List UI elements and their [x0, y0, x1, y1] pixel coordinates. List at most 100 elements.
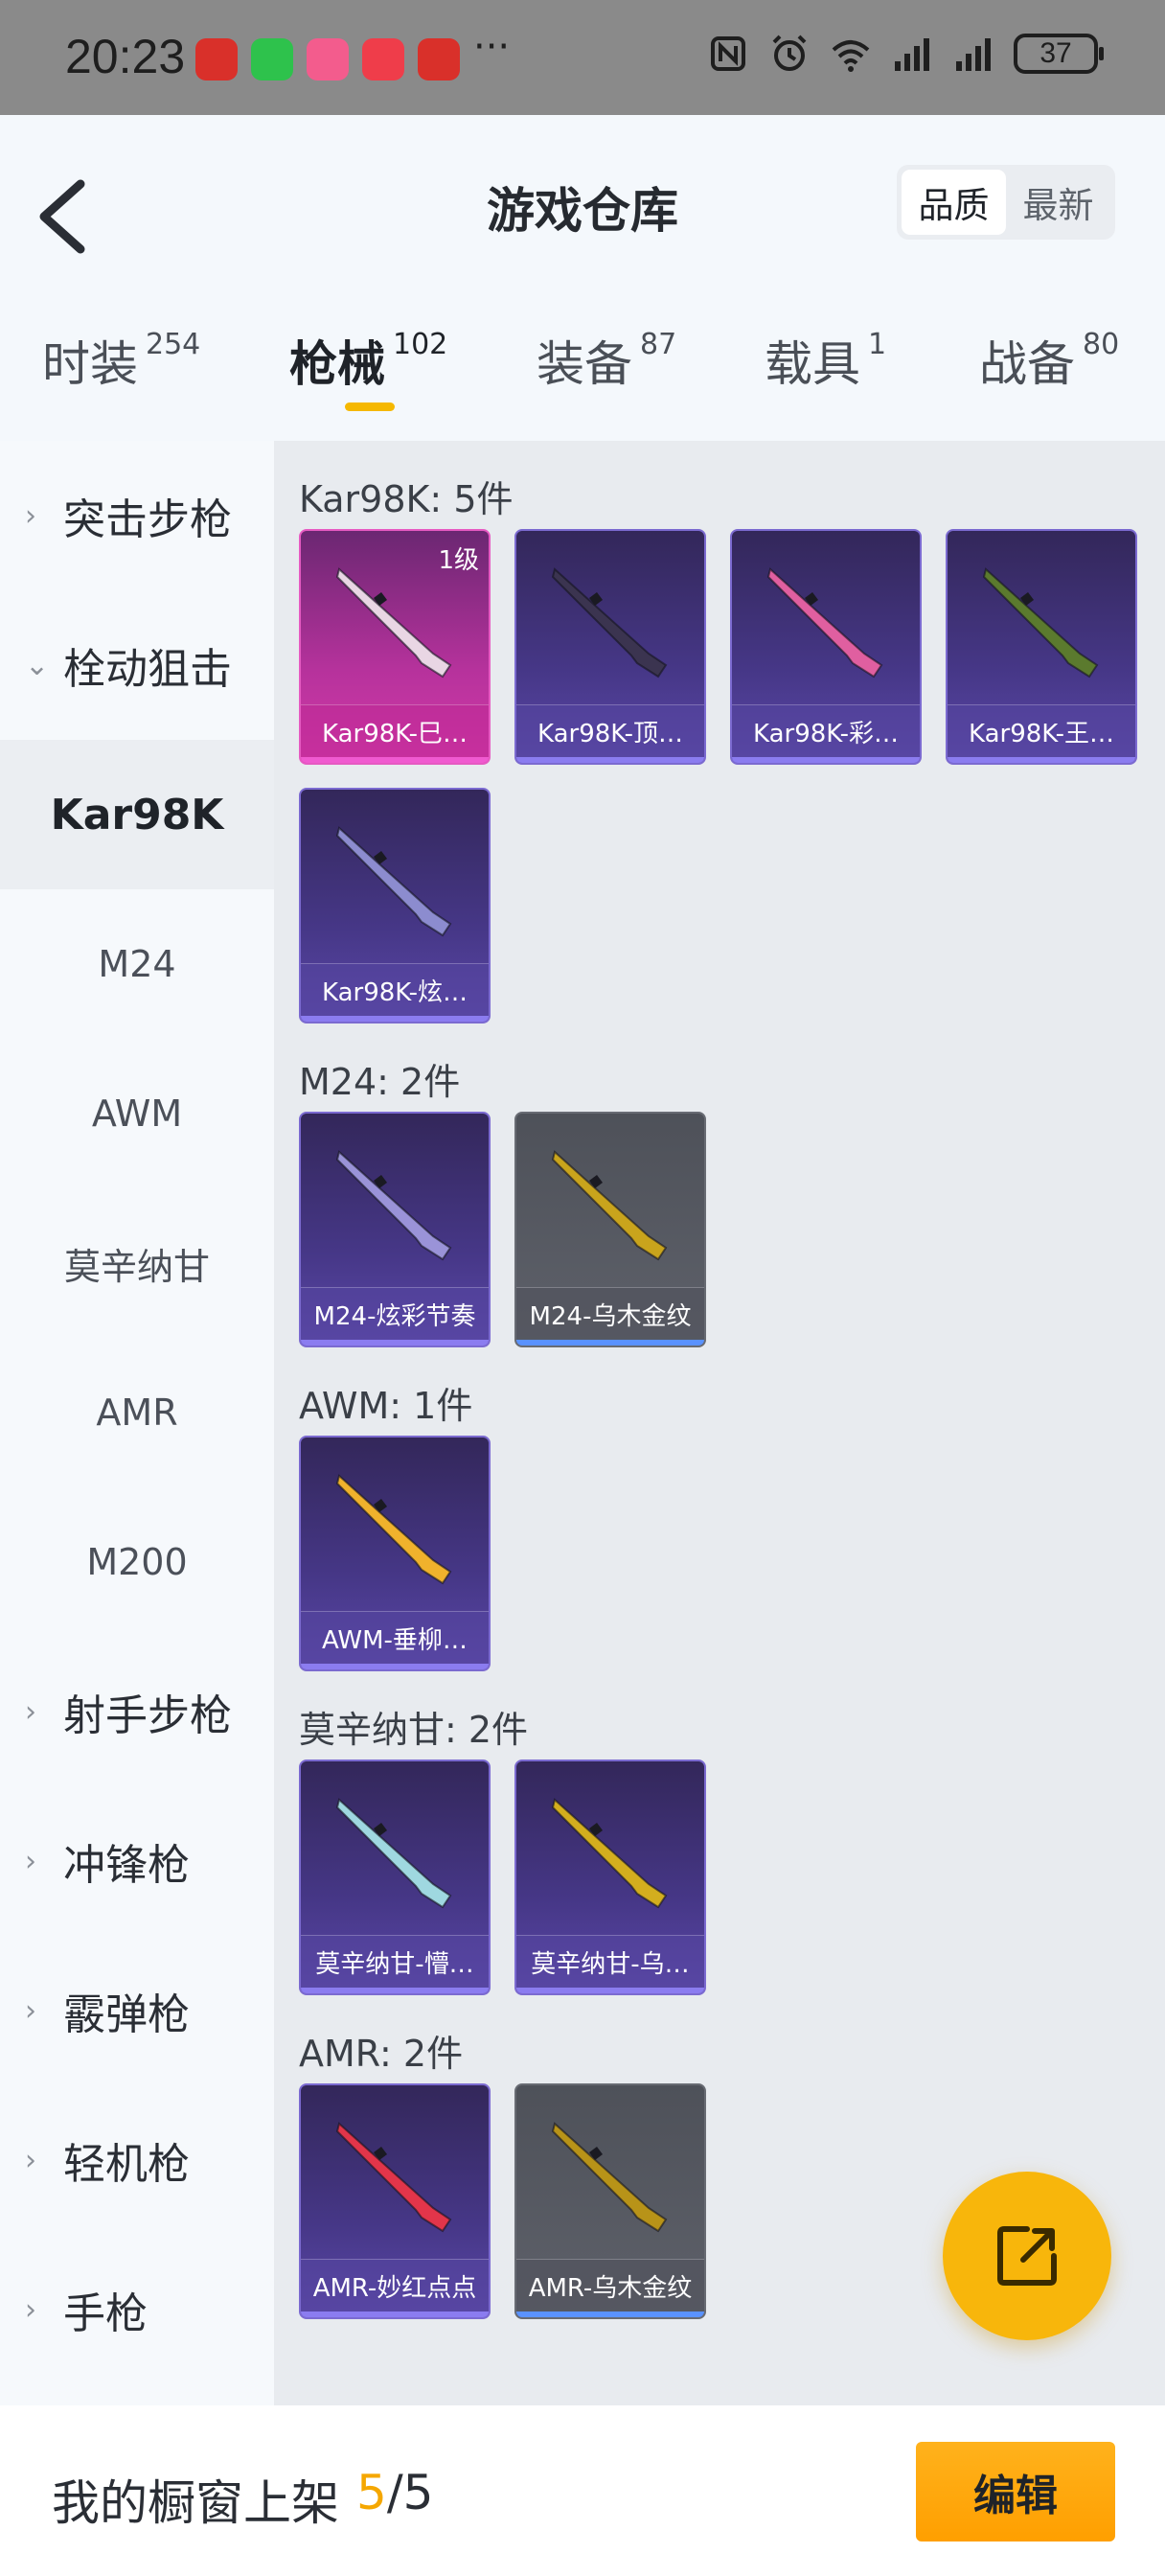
- tab-count: 102: [393, 328, 448, 361]
- rarity-bar: [516, 1988, 704, 1993]
- rarity-bar: [301, 1340, 489, 1346]
- rarity-bar: [516, 2312, 704, 2317]
- tab-outfits[interactable]: 时装 254: [42, 326, 200, 395]
- bilibili-app-icon: [307, 38, 349, 80]
- chevron-right-icon: ›: [25, 2292, 36, 2327]
- rifle-icon: [551, 2122, 668, 2233]
- weapon-skin-card[interactable]: Kar98K-王…: [946, 529, 1137, 765]
- weapon-skin-name: Kar98K-王…: [968, 720, 1114, 748]
- share-button[interactable]: [943, 2172, 1111, 2340]
- weapon-skin-name: 莫辛纳甘-懵…: [315, 1950, 474, 1979]
- battery-level: 37: [1039, 37, 1072, 69]
- tab-count: 1: [868, 328, 887, 361]
- sidebar-item-shotguns[interactable]: › 霰弹枪: [0, 1936, 274, 2085]
- sidebar-item-label: M200: [86, 1541, 188, 1583]
- rarity-bar: [301, 1988, 489, 1993]
- weapon-skin-card[interactable]: Kar98K-顶…: [514, 529, 706, 765]
- section-title: 莫辛纳甘: 2件: [299, 1709, 529, 1751]
- sidebar-item-label: M24: [98, 943, 176, 985]
- sidebar-item-mosin-nagant[interactable]: 莫辛纳甘: [0, 1188, 274, 1338]
- sidebar-item-awm[interactable]: AWM: [0, 1039, 274, 1188]
- sidebar-item-m200[interactable]: M200: [0, 1487, 274, 1637]
- item-grid: Kar98K: 5件 1级 Kar98K-巳… Kar98K-顶… Kar98K-彩… K…: [274, 441, 1165, 2405]
- sort-option-quality[interactable]: 品质: [902, 170, 1006, 235]
- sidebar-item-label: 霰弹枪: [63, 1990, 190, 2039]
- tab-equipment[interactable]: 装备 87: [537, 326, 676, 395]
- rarity-bar: [301, 1664, 489, 1669]
- tab-label: 枪械: [289, 336, 385, 392]
- nfc-icon: [711, 36, 745, 71]
- sidebar-item-label: AWM: [91, 1092, 183, 1135]
- sidebar-item-smgs[interactable]: › 冲锋枪: [0, 1786, 274, 1936]
- status-bar: 20:23 ··· 37: [0, 0, 1165, 115]
- weapon-skin-name: Kar98K-顶…: [537, 720, 683, 748]
- weapon-skin-card[interactable]: M24-炫彩节奏: [299, 1112, 491, 1347]
- status-more-icon: ···: [473, 25, 511, 69]
- rarity-bar: [301, 757, 489, 763]
- weapon-skin-name: AMR-妙红点点: [312, 2274, 477, 2303]
- sidebar-item-marksman-rifles[interactable]: › 射手步枪: [0, 1637, 274, 1786]
- sidebar-item-pistols[interactable]: › 手枪: [0, 2235, 274, 2384]
- status-time: 20:23: [65, 30, 186, 83]
- chevron-down-icon: ⌄: [25, 648, 50, 682]
- rarity-bar: [948, 757, 1135, 763]
- weapon-skin-card[interactable]: 莫辛纳甘-乌…: [514, 1760, 706, 1995]
- sidebar-item-lmgs[interactable]: › 轻机枪: [0, 2085, 274, 2235]
- rarity-bar: [301, 2312, 489, 2317]
- sort-toggle[interactable]: 品质 最新: [897, 165, 1115, 240]
- chevron-right-icon: ›: [25, 1694, 36, 1729]
- weapon-skin-name: M24-乌木金纹: [529, 1302, 692, 1331]
- chevron-right-icon: ›: [25, 1993, 36, 2028]
- weapon-skin-name: Kar98K-巳…: [321, 720, 468, 748]
- tab-guns[interactable]: 枪械 102: [289, 326, 447, 395]
- battery-indicator: 37: [1014, 34, 1104, 74]
- weapon-skin-card[interactable]: Kar98K-炫…: [299, 788, 491, 1024]
- section-title: AWM: 1件: [299, 1385, 473, 1427]
- weapon-skin-card[interactable]: AMR-乌木金纹: [514, 2083, 706, 2319]
- sidebar-item-label: 冲锋枪: [63, 1841, 190, 1890]
- showcase-label: 我的橱窗上架: [52, 2475, 339, 2531]
- weapon-skin-card[interactable]: 1级 Kar98K-巳…: [299, 529, 491, 765]
- weapon-skin-card[interactable]: 莫辛纳甘-懵…: [299, 1760, 491, 1995]
- wechat-app-icon: [251, 38, 293, 80]
- sidebar-item-kar98k[interactable]: Kar98K: [0, 740, 274, 889]
- sidebar-item-m24[interactable]: M24: [0, 889, 274, 1039]
- rarity-bar: [516, 1340, 704, 1346]
- weapon-skin-card[interactable]: AMR-妙红点点: [299, 2083, 491, 2319]
- app-header: 游戏仓库 品质 最新: [0, 115, 1165, 289]
- tab-label: 时装: [42, 336, 138, 392]
- rifle-icon: [335, 1798, 452, 1909]
- tab-count: 80: [1083, 328, 1120, 361]
- sidebar-item-label: 手枪: [63, 2289, 148, 2338]
- sidebar-item-amr[interactable]: AMR: [0, 1338, 274, 1487]
- share-icon: [997, 2226, 1057, 2286]
- status-app-icons: [195, 38, 460, 80]
- rarity-bar: [516, 757, 704, 763]
- takeout-app-icon: [418, 38, 460, 80]
- signal-icon: [956, 38, 991, 71]
- tab-label: 载具: [765, 336, 860, 392]
- weapon-skin-name: M24-炫彩节奏: [313, 1302, 476, 1331]
- level-badge: 1级: [438, 546, 479, 575]
- tab-label: 装备: [537, 336, 632, 392]
- red-book-app-icon: [362, 38, 404, 80]
- sidebar-item-label: 突击步枪: [63, 495, 232, 544]
- showcase-footer: 我的橱窗上架 5/5 编辑: [0, 2405, 1165, 2576]
- weapon-skin-name: Kar98K-炫…: [321, 978, 468, 1007]
- weapon-skin-card[interactable]: M24-乌木金纹: [514, 1112, 706, 1347]
- weapon-skin-name: Kar98K-彩…: [752, 720, 899, 748]
- active-tab-indicator: [345, 402, 395, 411]
- rifle-icon: [551, 1150, 668, 1261]
- sidebar-item-label: Kar98K: [50, 790, 224, 840]
- tab-vehicles[interactable]: 载具 1: [765, 326, 886, 395]
- sort-option-newest[interactable]: 最新: [1006, 170, 1110, 235]
- rifle-icon: [551, 1798, 668, 1909]
- rifle-icon: [335, 2122, 452, 2233]
- chevron-right-icon: ›: [25, 2143, 36, 2177]
- edit-button[interactable]: 编辑: [916, 2442, 1115, 2542]
- tab-supplies[interactable]: 战备 80: [979, 326, 1119, 395]
- weapon-skin-card[interactable]: AWM-垂柳…: [299, 1436, 491, 1671]
- sidebar-item-assault-rifles[interactable]: › 突击步枪: [0, 441, 274, 590]
- weapon-skin-card[interactable]: Kar98K-彩…: [730, 529, 922, 765]
- sidebar-item-bolt-snipers[interactable]: ⌄ 栓动狙击: [0, 590, 274, 740]
